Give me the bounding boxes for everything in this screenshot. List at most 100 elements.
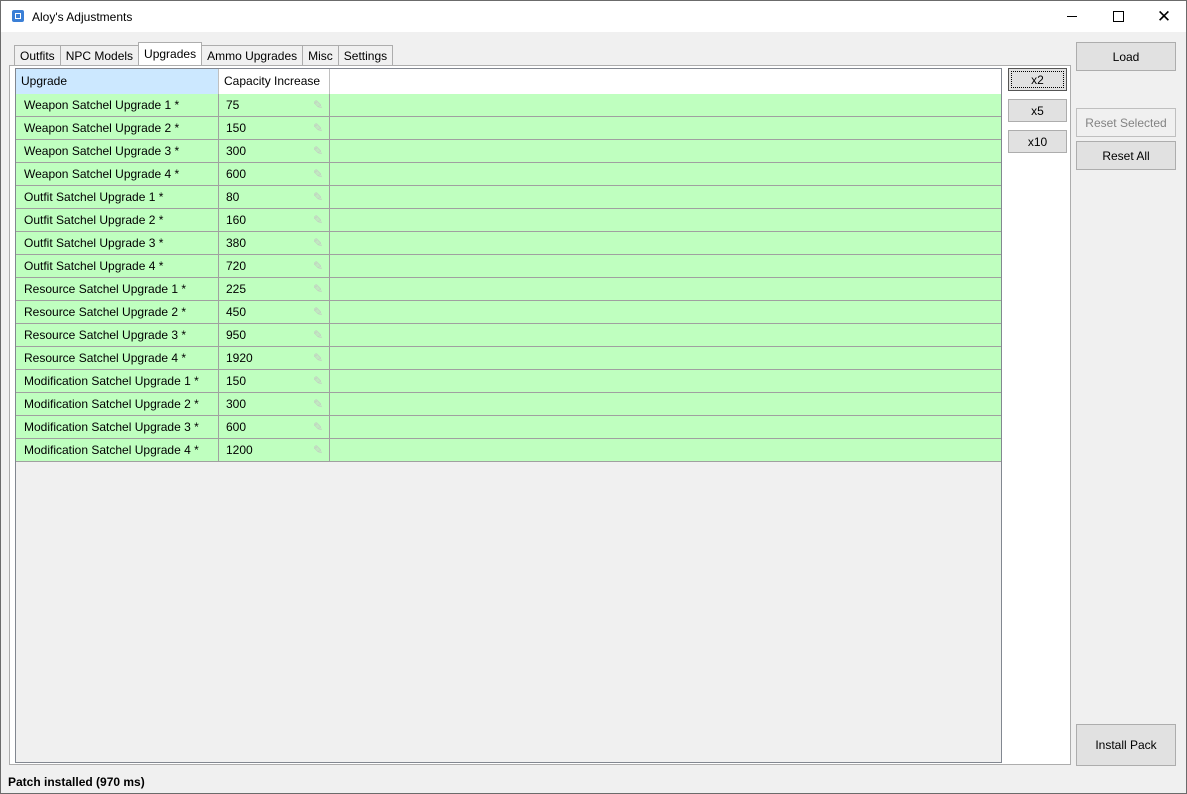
table-row[interactable]: Outfit Satchel Upgrade 2 * 160 ✎ (16, 209, 1001, 232)
capacity-value-cell[interactable]: 300 ✎ (219, 140, 330, 162)
upgrade-name-cell[interactable]: Modification Satchel Upgrade 4 * (16, 439, 219, 461)
grid-header: Upgrade Capacity Increase (16, 69, 1001, 95)
multiply-x10-button[interactable]: x10 (1008, 130, 1067, 153)
pencil-icon[interactable]: ✎ (313, 328, 323, 342)
table-row[interactable]: Modification Satchel Upgrade 4 * 1200 ✎ (16, 439, 1001, 462)
table-row[interactable]: Outfit Satchel Upgrade 3 * 380 ✎ (16, 232, 1001, 255)
upgrade-name-cell[interactable]: Outfit Satchel Upgrade 1 * (16, 186, 219, 208)
table-row[interactable]: Weapon Satchel Upgrade 2 * 150 ✎ (16, 117, 1001, 140)
multiply-x2-button[interactable]: x2 (1008, 68, 1067, 91)
tab-strip: Outfits NPC Models Upgrades Ammo Upgrade… (14, 42, 394, 66)
upgrade-name-cell[interactable]: Modification Satchel Upgrade 2 * (16, 393, 219, 415)
pencil-icon[interactable]: ✎ (313, 305, 323, 319)
pencil-icon[interactable]: ✎ (313, 374, 323, 388)
table-row[interactable]: Weapon Satchel Upgrade 3 * 300 ✎ (16, 140, 1001, 163)
multiply-x5-button[interactable]: x5 (1008, 99, 1067, 122)
capacity-value-cell[interactable]: 300 ✎ (219, 393, 330, 415)
capacity-value: 600 (226, 420, 247, 434)
pencil-icon[interactable]: ✎ (313, 190, 323, 204)
tab-ammo-upgrades[interactable]: Ammo Upgrades (201, 45, 304, 65)
pencil-icon[interactable]: ✎ (313, 282, 323, 296)
capacity-value: 80 (226, 190, 240, 204)
upgrade-name-cell[interactable]: Weapon Satchel Upgrade 3 * (16, 140, 219, 162)
tab-upgrades[interactable]: Upgrades (138, 42, 203, 65)
pencil-icon[interactable]: ✎ (313, 236, 323, 250)
tab-misc[interactable]: Misc (302, 45, 339, 65)
pencil-icon[interactable]: ✎ (313, 213, 323, 227)
table-row[interactable]: Weapon Satchel Upgrade 4 * 600 ✎ (16, 163, 1001, 186)
upgrade-name-cell[interactable]: Resource Satchel Upgrade 4 * (16, 347, 219, 369)
pencil-icon[interactable]: ✎ (313, 420, 323, 434)
capacity-value-cell[interactable]: 380 ✎ (219, 232, 330, 254)
capacity-value: 1920 (226, 351, 253, 365)
capacity-value-cell[interactable]: 600 ✎ (219, 416, 330, 438)
minimize-icon (1067, 16, 1077, 17)
install-pack-button[interactable]: Install Pack (1076, 724, 1176, 766)
capacity-value: 150 (226, 121, 247, 135)
pencil-icon[interactable]: ✎ (313, 144, 323, 158)
upgrade-name-cell[interactable]: Weapon Satchel Upgrade 1 * (16, 94, 219, 116)
column-header-capacity-increase[interactable]: Capacity Increase (219, 69, 330, 94)
maximize-button[interactable] (1095, 1, 1141, 32)
upgrade-name-cell[interactable]: Weapon Satchel Upgrade 4 * (16, 163, 219, 185)
upgrade-name-cell[interactable]: Weapon Satchel Upgrade 2 * (16, 117, 219, 139)
table-row[interactable]: Outfit Satchel Upgrade 4 * 720 ✎ (16, 255, 1001, 278)
tab-outfits[interactable]: Outfits (14, 45, 61, 65)
capacity-value-cell[interactable]: 600 ✎ (219, 163, 330, 185)
pencil-icon[interactable]: ✎ (313, 259, 323, 273)
table-row[interactable]: Weapon Satchel Upgrade 1 * 75 ✎ (16, 94, 1001, 117)
table-row[interactable]: Resource Satchel Upgrade 2 * 450 ✎ (16, 301, 1001, 324)
upgrade-name-cell[interactable]: Outfit Satchel Upgrade 2 * (16, 209, 219, 231)
capacity-value: 150 (226, 374, 247, 388)
app-icon (12, 10, 24, 22)
upgrade-name-cell[interactable]: Outfit Satchel Upgrade 4 * (16, 255, 219, 277)
tab-settings[interactable]: Settings (337, 45, 394, 65)
capacity-value-cell[interactable]: 160 ✎ (219, 209, 330, 231)
capacity-value-cell[interactable]: 150 ✎ (219, 117, 330, 139)
capacity-value: 600 (226, 167, 247, 181)
column-header-upgrade[interactable]: Upgrade (16, 69, 219, 95)
load-button[interactable]: Load (1076, 42, 1176, 71)
capacity-value-cell[interactable]: 225 ✎ (219, 278, 330, 300)
upgrade-name-cell[interactable]: Resource Satchel Upgrade 3 * (16, 324, 219, 346)
capacity-value: 225 (226, 282, 247, 296)
upgrade-name-cell[interactable]: Resource Satchel Upgrade 1 * (16, 278, 219, 300)
capacity-value-cell[interactable]: 1200 ✎ (219, 439, 330, 461)
table-row[interactable]: Modification Satchel Upgrade 1 * 150 ✎ (16, 370, 1001, 393)
pencil-icon[interactable]: ✎ (313, 443, 323, 457)
tab-npc-models[interactable]: NPC Models (59, 45, 140, 65)
capacity-value-cell[interactable]: 950 ✎ (219, 324, 330, 346)
table-row[interactable]: Outfit Satchel Upgrade 1 * 80 ✎ (16, 186, 1001, 209)
minimize-button[interactable] (1049, 1, 1095, 32)
upgrade-name-cell[interactable]: Resource Satchel Upgrade 2 * (16, 301, 219, 323)
capacity-value-cell[interactable]: 1920 ✎ (219, 347, 330, 369)
upgrades-grid[interactable]: Upgrade Capacity Increase Weapon Satchel… (15, 68, 1002, 763)
capacity-value-cell[interactable]: 150 ✎ (219, 370, 330, 392)
pencil-icon[interactable]: ✎ (313, 351, 323, 365)
table-row[interactable]: Resource Satchel Upgrade 1 * 225 ✎ (16, 278, 1001, 301)
capacity-value-cell[interactable]: 450 ✎ (219, 301, 330, 323)
pencil-icon[interactable]: ✎ (313, 98, 323, 112)
upgrade-name-cell[interactable]: Modification Satchel Upgrade 1 * (16, 370, 219, 392)
upgrade-name-cell[interactable]: Modification Satchel Upgrade 3 * (16, 416, 219, 438)
upgrade-name-cell[interactable]: Outfit Satchel Upgrade 3 * (16, 232, 219, 254)
capacity-value: 950 (226, 328, 247, 342)
table-row[interactable]: Modification Satchel Upgrade 2 * 300 ✎ (16, 393, 1001, 416)
table-row[interactable]: Resource Satchel Upgrade 4 * 1920 ✎ (16, 347, 1001, 370)
title-bar[interactable]: Aloy's Adjustments ✕ (1, 1, 1186, 32)
capacity-value: 300 (226, 397, 247, 411)
window-title: Aloy's Adjustments (32, 10, 133, 24)
capacity-value-cell[interactable]: 75 ✎ (219, 94, 330, 116)
capacity-value: 75 (226, 98, 240, 112)
reset-selected-button[interactable]: Reset Selected (1076, 108, 1176, 137)
reset-all-button[interactable]: Reset All (1076, 141, 1176, 170)
close-button[interactable]: ✕ (1141, 1, 1187, 32)
capacity-value-cell[interactable]: 720 ✎ (219, 255, 330, 277)
pencil-icon[interactable]: ✎ (313, 121, 323, 135)
pencil-icon[interactable]: ✎ (313, 397, 323, 411)
table-row[interactable]: Modification Satchel Upgrade 3 * 600 ✎ (16, 416, 1001, 439)
capacity-value: 720 (226, 259, 247, 273)
capacity-value-cell[interactable]: 80 ✎ (219, 186, 330, 208)
pencil-icon[interactable]: ✎ (313, 167, 323, 181)
table-row[interactable]: Resource Satchel Upgrade 3 * 950 ✎ (16, 324, 1001, 347)
